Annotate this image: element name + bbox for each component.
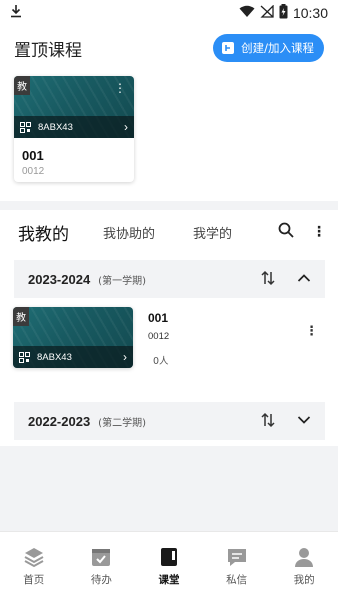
nav-classroom[interactable]: 课堂 (135, 532, 203, 600)
student-count: 0人 (153, 356, 169, 367)
course-list-panel: 我教的 我协助的 我学的 ⋮ 2023-2024 (第一学期) 教 8ABX43… (0, 210, 338, 446)
qr-code-icon (20, 121, 31, 133)
no-signal-icon (260, 3, 274, 22)
nav-classroom-label: 课堂 (158, 573, 180, 586)
bottom-nav: 首页 待办 课堂 私信 我的 (0, 531, 338, 600)
todo-icon (92, 548, 111, 566)
nav-messages[interactable]: 私信 (203, 532, 271, 600)
pinned-title: 置顶课程 (14, 40, 82, 61)
term-semester: (第一学期) (98, 275, 146, 287)
course-code: 8ABX43 (38, 121, 73, 133)
nav-home[interactable]: 首页 (0, 532, 68, 600)
course-name: 001 (22, 148, 44, 163)
term-semester: (第二学期) (98, 417, 146, 429)
course-code: 8ABX43 (37, 351, 72, 363)
sort-icon[interactable] (261, 270, 275, 286)
course-code-bar[interactable]: 8ABX43 › (13, 346, 133, 368)
course-number: 0012 (22, 166, 45, 177)
term-header-2023[interactable]: 2023-2024 (第一学期) (14, 260, 325, 298)
chevron-up-icon[interactable] (297, 273, 311, 283)
tab-learning[interactable]: 我学的 (193, 223, 232, 242)
term-year: 2023-2024 (28, 271, 91, 287)
course-number: 0012 (148, 331, 170, 342)
course-more-icon[interactable]: ⋮ (305, 324, 318, 339)
course-name: 001 (148, 311, 169, 325)
pinned-course-card[interactable]: 教 ⋮ 8ABX43 › 001 0012 (14, 76, 134, 182)
term-header-2022[interactable]: 2022-2023 (第二学期) (14, 402, 325, 440)
create-join-course-label: 创建/加入课程 (241, 41, 314, 55)
chevron-down-icon[interactable] (297, 415, 311, 425)
course-code-bar[interactable]: 8ABX43 › (14, 116, 134, 138)
home-icon (24, 547, 44, 567)
nav-todo-label: 待办 (90, 573, 112, 586)
nav-home-label: 首页 (23, 573, 45, 586)
chevron-right-icon: › (123, 350, 127, 364)
tab-assisting[interactable]: 我协助的 (103, 223, 155, 242)
course-cover: 教 ⋮ 8ABX43 › (14, 76, 134, 138)
nav-todo[interactable]: 待办 (68, 532, 136, 600)
classroom-icon (160, 547, 177, 566)
more-menu-icon[interactable]: ⋮ (312, 224, 326, 240)
download-icon (10, 4, 22, 22)
sort-icon[interactable] (261, 412, 275, 428)
tab-teaching[interactable]: 我教的 (18, 220, 69, 245)
teacher-tag: 教 (14, 76, 30, 95)
battery-icon (279, 3, 288, 23)
term-year: 2022-2023 (28, 413, 91, 429)
create-join-course-button[interactable]: 创建/加入课程 (213, 34, 324, 62)
wifi-icon (239, 5, 255, 22)
teacher-tag: 教 (13, 307, 29, 326)
nav-messages-label: 私信 (226, 573, 248, 586)
status-bar: 10:30 (0, 0, 338, 26)
nav-profile-label: 我的 (293, 573, 315, 586)
pinned-section: 置顶课程 创建/加入课程 教 ⋮ 8ABX43 › 001 0012 (0, 26, 338, 201)
more-options-icon[interactable]: ⋮ (114, 82, 126, 94)
course-card[interactable]: 教 8ABX43 › (13, 307, 133, 368)
create-course-icon (222, 42, 235, 54)
profile-icon (295, 547, 314, 567)
course-cover: 教 8ABX43 › (13, 307, 133, 368)
message-icon (227, 548, 246, 566)
nav-profile[interactable]: 我的 (270, 532, 338, 600)
status-time: 10:30 (292, 5, 328, 21)
qr-code-icon (19, 351, 30, 363)
search-icon[interactable] (278, 222, 294, 242)
chevron-right-icon: › (124, 120, 128, 134)
